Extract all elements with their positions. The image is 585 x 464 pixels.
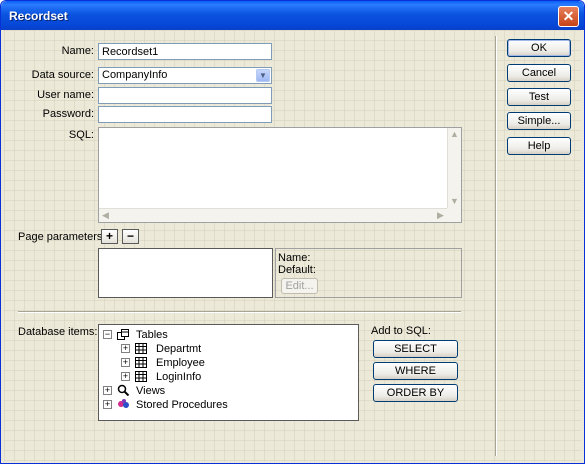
- close-button[interactable]: ✕: [558, 6, 579, 27]
- expand-icon[interactable]: +: [103, 400, 112, 409]
- dialog-body: Name: Data source: CompanyInfo ▼ User na…: [4, 30, 581, 462]
- window-title: Recordset: [9, 9, 68, 23]
- page-parameters-list[interactable]: [98, 248, 273, 298]
- ok-button[interactable]: OK: [507, 39, 571, 57]
- minus-icon: −: [126, 229, 134, 243]
- collapse-icon[interactable]: −: [103, 330, 112, 339]
- where-button[interactable]: WHERE: [373, 362, 458, 380]
- parameter-default-label: Default:: [278, 264, 316, 276]
- user-name-label: User name:: [37, 89, 94, 101]
- database-items-label: Database items:: [18, 326, 98, 338]
- parameter-details-panel: Name: Default: Edit...: [275, 248, 462, 298]
- title-bar[interactable]: Recordset ✕: [1, 1, 584, 30]
- tree-item-label: Tables: [136, 329, 168, 341]
- expand-icon[interactable]: +: [121, 372, 130, 381]
- data-source-value: CompanyInfo: [102, 69, 168, 81]
- order-by-button[interactable]: ORDER BY: [373, 384, 458, 402]
- password-label: Password:: [42, 108, 94, 120]
- database-items-tree[interactable]: − Tables + Departmt + Employee + LoginIn…: [98, 324, 359, 421]
- table-icon: [135, 357, 147, 368]
- tree-item-label: Employee: [156, 357, 205, 369]
- sql-horizontal-scrollbar[interactable]: ◀ ▶: [99, 208, 447, 222]
- views-icon: [117, 384, 130, 396]
- help-button[interactable]: Help: [507, 137, 571, 155]
- recordset-dialog: Recordset ✕ Name: Data source: CompanyIn…: [0, 0, 585, 464]
- user-name-input[interactable]: [98, 87, 272, 104]
- sql-label: SQL:: [68, 129, 94, 141]
- page-parameters-label: Page parameters:: [18, 231, 106, 243]
- tree-item-label: Stored Procedures: [136, 399, 228, 411]
- sql-vertical-scrollbar[interactable]: ▲ ▼: [447, 128, 461, 208]
- tree-item-label: LoginInfo: [156, 371, 202, 383]
- tables-icon: [117, 329, 129, 340]
- select-button[interactable]: SELECT: [373, 340, 458, 358]
- table-icon: [135, 371, 147, 382]
- close-icon: ✕: [562, 8, 575, 24]
- test-button[interactable]: Test: [507, 88, 571, 106]
- plus-icon: +: [105, 229, 113, 243]
- scroll-down-icon[interactable]: ▼: [448, 195, 461, 208]
- scroll-up-icon[interactable]: ▲: [448, 128, 461, 141]
- stored-procedures-icon: [118, 399, 129, 408]
- edit-parameter-button[interactable]: Edit...: [281, 278, 318, 294]
- parameter-name-label: Name:: [278, 252, 311, 264]
- scrollbar-corner: [447, 208, 461, 222]
- name-label: Name:: [61, 45, 94, 57]
- sql-textarea[interactable]: ▲ ▼ ◀ ▶: [98, 127, 462, 223]
- remove-parameter-button[interactable]: −: [122, 229, 139, 244]
- data-source-select[interactable]: CompanyInfo ▼: [98, 67, 272, 84]
- expand-icon[interactable]: +: [121, 358, 130, 367]
- data-source-label: Data source:: [31, 69, 94, 81]
- expand-icon[interactable]: +: [103, 386, 112, 395]
- scroll-left-icon[interactable]: ◀: [99, 209, 112, 222]
- table-icon: [135, 343, 147, 354]
- name-input[interactable]: [98, 43, 272, 60]
- section-divider: [18, 311, 461, 313]
- expand-icon[interactable]: +: [121, 344, 130, 353]
- scroll-right-icon[interactable]: ▶: [434, 209, 447, 222]
- button-column-divider: [495, 36, 497, 456]
- tree-item-label: Views: [136, 385, 166, 397]
- simple-button[interactable]: Simple...: [507, 112, 571, 130]
- add-parameter-button[interactable]: +: [101, 229, 118, 244]
- add-to-sql-label: Add to SQL:: [371, 325, 431, 337]
- chevron-down-icon[interactable]: ▼: [256, 69, 270, 82]
- cancel-button[interactable]: Cancel: [507, 64, 571, 82]
- tree-item-label: Departmt: [156, 343, 202, 355]
- password-input[interactable]: [98, 106, 272, 123]
